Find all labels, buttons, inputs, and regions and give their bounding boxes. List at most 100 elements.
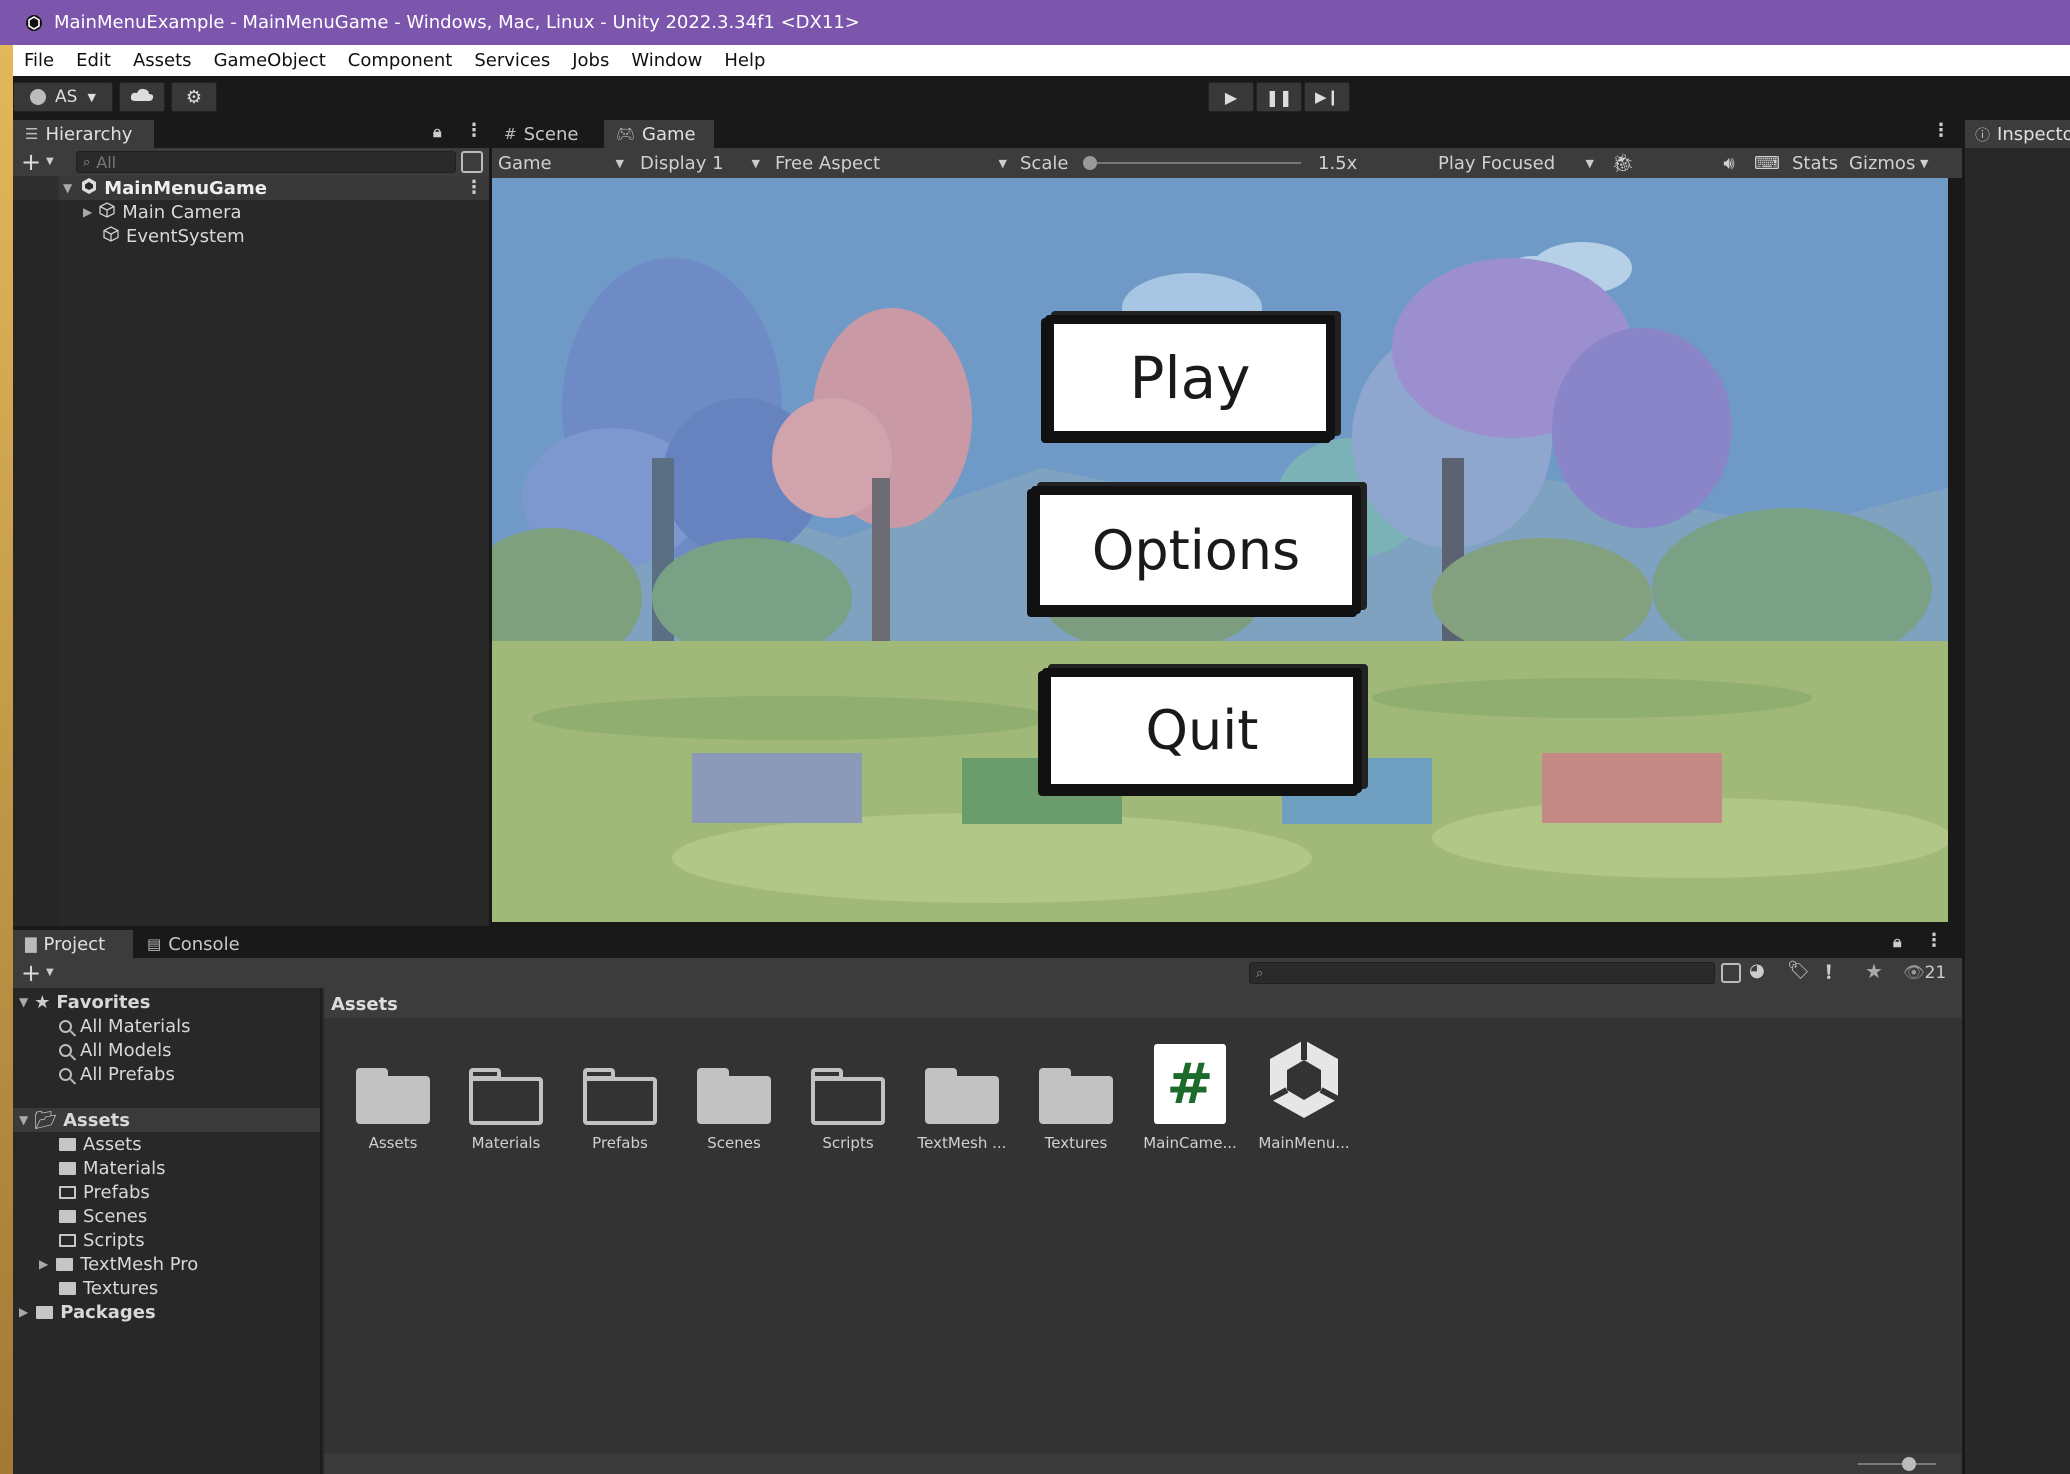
options-menu-button[interactable]: Options [1031, 486, 1361, 614]
favorite-item[interactable]: All Prefabs [59, 1062, 175, 1086]
folder-tree-item[interactable]: Scenes [59, 1204, 147, 1228]
scene-item[interactable]: ▼ MainMenuGame [63, 176, 267, 200]
menu-gameobject[interactable]: GameObject [203, 50, 337, 71]
keyboard-icon[interactable]: ⌨ [1754, 151, 1780, 175]
hidden-count-button[interactable]: 👁︎21 [1903, 963, 1946, 983]
packages-item[interactable]: ▶ Packages [19, 1300, 156, 1324]
favorites-header[interactable]: ▼ ★ Favorites [19, 990, 150, 1014]
log-types-icon[interactable]: ❗︎ [1826, 960, 1831, 984]
folder-tree-item[interactable]: Scripts [59, 1228, 145, 1252]
collab-settings-button[interactable]: ⚙ [171, 82, 217, 112]
asset-item[interactable]: Materials [456, 1044, 556, 1152]
asset-item[interactable]: MainMenu... [1254, 1040, 1354, 1152]
menu-edit[interactable]: Edit [65, 50, 122, 71]
lock-icon[interactable]: 🔒︎ [433, 122, 442, 142]
folder-tree-item[interactable]: Prefabs [59, 1180, 150, 1204]
hierarchy-item[interactable]: EventSystem [102, 224, 245, 248]
tab-project[interactable]: ▇ Project [13, 930, 133, 958]
asset-item[interactable]: Scenes [684, 1044, 784, 1152]
hierarchy-search-input[interactable]: ⌕ All [76, 151, 456, 173]
add-icon[interactable]: + [21, 148, 41, 176]
play-mode-dropdown[interactable]: Play Focused ▼ [1438, 151, 1594, 175]
chevron-down-icon: ▼ [998, 156, 1007, 170]
asset-item[interactable]: Scripts [798, 1044, 898, 1152]
scale-slider-track[interactable] [1083, 156, 1301, 170]
asset-item[interactable]: Assets [343, 1044, 443, 1152]
favorite-item[interactable]: All Models [59, 1038, 171, 1062]
search-options-icon[interactable] [1721, 963, 1741, 983]
display-dropdown[interactable]: Display 1 ▼ [640, 151, 760, 175]
game-mode-dropdown[interactable]: Game ▼ [498, 151, 624, 175]
account-button[interactable]: AS ▼ [13, 82, 113, 112]
folder-tree-item[interactable]: Textures [59, 1276, 158, 1300]
search-icon [59, 1043, 72, 1057]
asset-item[interactable]: # MainCame... [1140, 1044, 1240, 1152]
chevron-down-icon[interactable]: ▼ [46, 967, 54, 978]
icon-size-slider-handle[interactable] [1902, 1457, 1916, 1471]
gizmos-dropdown-icon[interactable]: ▼ [1920, 151, 1940, 175]
assets-root-item[interactable]: ▼ 📂︎ Assets [19, 1108, 130, 1132]
folder-icon [1039, 1068, 1113, 1124]
scale-slider-handle[interactable] [1083, 156, 1097, 170]
menu-component[interactable]: Component [337, 50, 464, 71]
favorite-item-label: All Models [80, 1039, 172, 1061]
title-bar: MainMenuExample - MainMenuGame - Windows… [0, 0, 2070, 45]
add-icon[interactable]: + [21, 958, 41, 988]
tab-scene[interactable]: # Scene [492, 120, 602, 148]
menu-window[interactable]: Window [620, 50, 713, 71]
bug-icon[interactable]: 🐞︎ [1610, 151, 1636, 175]
menu-jobs[interactable]: Jobs [561, 50, 620, 71]
favorite-item[interactable]: All Materials [59, 1014, 191, 1038]
chevron-down-icon[interactable]: ▼ [46, 156, 54, 167]
quit-menu-button[interactable]: Quit [1042, 668, 1362, 793]
game-viewport[interactable]: Play Options Quit [492, 178, 1948, 922]
folder-icon [59, 1161, 76, 1175]
menu-services[interactable]: Services [463, 50, 561, 71]
pause-icon: ❚❚ [1265, 87, 1293, 107]
filter-by-type-icon[interactable]: ◕ [1749, 960, 1765, 981]
asset-item[interactable]: TextMesh ... [912, 1044, 1012, 1152]
play-menu-button[interactable]: Play [1045, 315, 1335, 440]
menu-assets[interactable]: Assets [122, 50, 203, 71]
account-label: AS [55, 87, 78, 107]
lock-icon[interactable]: 🔒︎ [1893, 932, 1902, 952]
tab-inspector[interactable]: ⓘ Inspector [1965, 120, 2070, 148]
breadcrumb[interactable]: Assets [324, 988, 1962, 1018]
hierarchy-item[interactable]: ▶ Main Camera [83, 200, 242, 224]
search-icon: ⌕ [83, 154, 91, 170]
folder-tree-item[interactable]: Assets [59, 1132, 142, 1156]
tab-console[interactable]: ▤ Console [135, 930, 263, 958]
audio-icon[interactable]: 🔊︎ [1716, 151, 1742, 175]
folder-icon [59, 1281, 76, 1295]
tab-game[interactable]: 🎮︎ Game [604, 120, 714, 148]
pause-button[interactable]: ❚❚ [1256, 82, 1302, 112]
tab-hierarchy[interactable]: ☰ Hierarchy [13, 120, 154, 148]
panel-menu-icon[interactable]: ⋮ [1932, 120, 1950, 141]
stats-button[interactable]: Stats [1792, 151, 1840, 175]
filter-by-label-icon[interactable]: 🏷︎ [1787, 960, 1810, 981]
icon-size-slider[interactable] [1858, 1457, 1936, 1471]
step-button[interactable]: ▶❙ [1304, 82, 1350, 112]
folder-tree-item[interactable]: ▶ TextMesh Pro [39, 1252, 198, 1276]
expanded-arrow-icon: ▼ [19, 1113, 29, 1127]
account-icon [30, 89, 47, 105]
scene-menu-icon[interactable]: ⋮ [465, 177, 483, 198]
chevron-down-icon: ▼ [1585, 156, 1594, 170]
play-button[interactable]: ▶ [1208, 82, 1254, 112]
asset-item[interactable]: Prefabs [570, 1044, 670, 1152]
folder-tree-item[interactable]: Materials [59, 1156, 166, 1180]
menu-help[interactable]: Help [713, 50, 776, 71]
search-options-icon[interactable] [461, 151, 483, 173]
panel-menu-icon[interactable]: ⋮ [1925, 930, 1943, 951]
gizmos-button[interactable]: Gizmos [1849, 151, 1915, 175]
panel-menu-icon[interactable]: ⋮ [465, 120, 483, 141]
cloud-button[interactable] [119, 82, 165, 112]
asset-item[interactable]: Textures [1026, 1044, 1126, 1152]
menu-file[interactable]: File [13, 50, 65, 71]
folder-icon [59, 1209, 76, 1223]
project-search-input[interactable]: ⌕ [1249, 962, 1715, 984]
display-label: Display 1 [640, 152, 724, 174]
aspect-dropdown[interactable]: Free Aspect ▼ [775, 151, 1007, 175]
hierarchy-panel: ☰ Hierarchy 🔒︎ ⋮ + ▼ ⌕ All ▼ MainMenuGam… [13, 120, 489, 926]
favorites-star-icon[interactable]: ★ [1865, 959, 1883, 983]
